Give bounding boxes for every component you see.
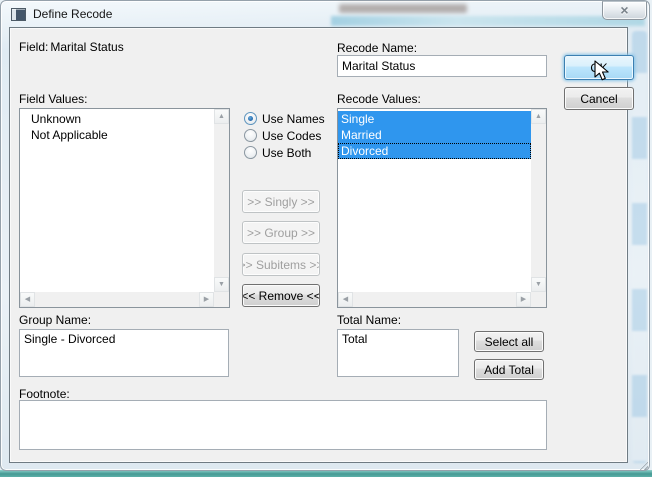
field-value: Marital Status [50, 40, 123, 54]
radio-use-names[interactable]: Use Names [244, 111, 325, 126]
define-recode-dialog: Define Recode × Field:Marital Status Rec… [0, 0, 650, 471]
recode-name-input[interactable] [337, 55, 547, 77]
field-values-label: Field Values: [19, 92, 87, 106]
close-icon: × [620, 3, 628, 18]
scrollbar-corner [531, 292, 546, 307]
horizontal-scrollbar[interactable]: ◀ ▶ [338, 292, 531, 307]
radio-button-icon [244, 129, 257, 142]
close-button[interactable]: × [602, 1, 647, 20]
group-button[interactable]: >> Group >> [242, 221, 320, 244]
singly-button[interactable]: >> Singly >> [242, 190, 320, 213]
title-bar[interactable]: Define Recode × [1, 1, 649, 27]
window-title: Define Recode [33, 7, 112, 21]
recode-name-label: Recode Name: [337, 41, 417, 55]
list-item[interactable]: Divorced [338, 143, 531, 159]
app-icon [11, 8, 26, 21]
radio-button-icon [244, 112, 257, 125]
scroll-down-icon[interactable]: ▼ [214, 277, 229, 292]
add-total-button[interactable]: Add Total [474, 359, 544, 380]
radio-use-both[interactable]: Use Both [244, 145, 311, 160]
background-blur-text [339, 4, 467, 13]
radio-button-icon [244, 146, 257, 159]
list-item[interactable]: Unknown [20, 111, 214, 127]
vertical-scrollbar[interactable]: ▲ ▼ [214, 109, 229, 292]
background-blur-strip [331, 16, 645, 26]
recode-values-label: Recode Values: [337, 92, 421, 106]
screen: Define Recode × Field:Marital Status Rec… [0, 0, 652, 477]
scroll-down-icon[interactable]: ▼ [531, 277, 546, 292]
footnote-box[interactable] [19, 400, 547, 450]
background-blur-right [632, 31, 647, 463]
recode-values-list[interactable]: Single Married Divorced ▲ ▼ ◀ ▶ [337, 108, 547, 308]
select-all-button[interactable]: Select all [474, 331, 544, 352]
footnote-label: Footnote: [19, 387, 70, 401]
field-label: Field: [19, 40, 48, 54]
dialog-body: Field:Marital Status Recode Name: OK Can… [9, 27, 628, 463]
scroll-right-icon[interactable]: ▶ [516, 292, 531, 307]
background-window-edge [0, 470, 652, 477]
scroll-up-icon[interactable]: ▲ [214, 109, 229, 124]
subitems-button[interactable]: >> Subitems >> [242, 253, 320, 276]
vertical-scrollbar[interactable]: ▲ ▼ [531, 109, 546, 292]
list-item[interactable]: Single [338, 111, 531, 127]
group-name-label: Group Name: [19, 313, 91, 327]
field-values-items: Unknown Not Applicable [20, 109, 214, 292]
scroll-right-icon[interactable]: ▶ [199, 292, 214, 307]
cancel-button[interactable]: Cancel [564, 87, 634, 110]
radio-label: Use Both [262, 146, 311, 160]
list-item[interactable]: Married [338, 127, 531, 143]
scroll-left-icon[interactable]: ◀ [338, 292, 353, 307]
recode-values-items: Single Married Divorced [338, 109, 531, 292]
scroll-up-icon[interactable]: ▲ [531, 109, 546, 124]
field-values-list[interactable]: Unknown Not Applicable ▲ ▼ ◀ ▶ [19, 108, 230, 308]
radio-use-codes[interactable]: Use Codes [244, 128, 321, 143]
scroll-left-icon[interactable]: ◀ [20, 292, 35, 307]
remove-button[interactable]: << Remove << [242, 284, 320, 307]
radio-label: Use Codes [262, 129, 321, 143]
total-name-label: Total Name: [337, 313, 401, 327]
horizontal-scrollbar[interactable]: ◀ ▶ [20, 292, 214, 307]
total-name-box[interactable]: Total [337, 329, 459, 377]
field-header: Field:Marital Status [19, 40, 124, 54]
list-item[interactable]: Not Applicable [20, 127, 214, 143]
mouse-cursor [594, 60, 611, 83]
radio-label: Use Names [262, 112, 325, 126]
scrollbar-corner [214, 292, 229, 307]
group-name-box[interactable]: Single - Divorced [19, 329, 229, 377]
